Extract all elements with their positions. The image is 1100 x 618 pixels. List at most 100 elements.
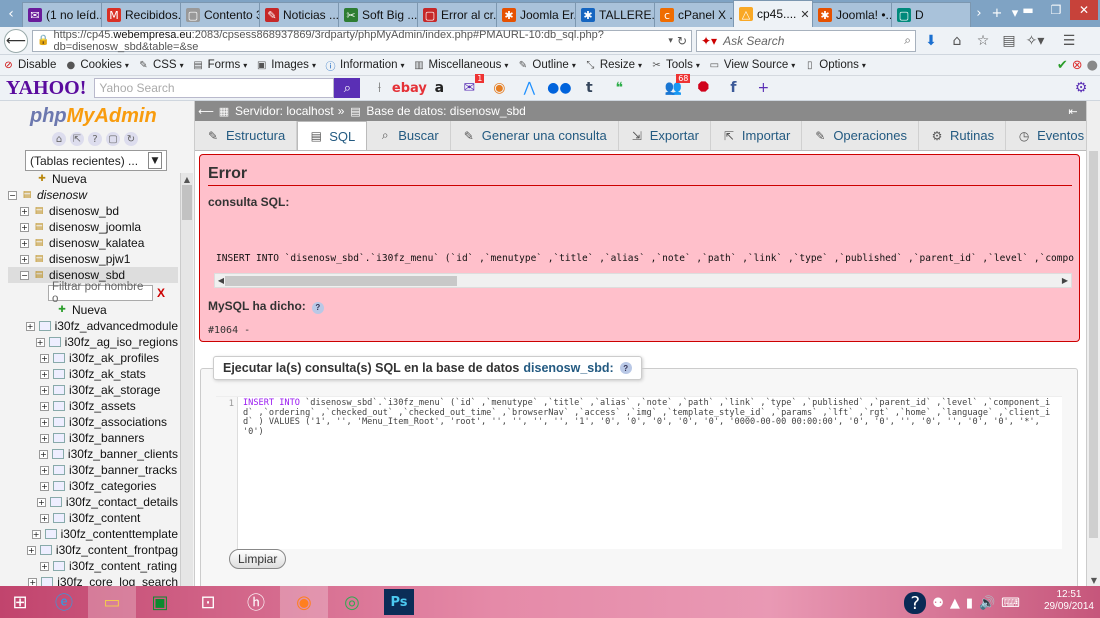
browser-tab[interactable]: △ cp45.... ✕ xyxy=(733,0,813,27)
yahoo-groups-icon[interactable]: 👥 68 xyxy=(662,74,691,98)
bookmark-disable[interactable]: ⊘ Disable xyxy=(2,59,56,72)
clear-filter-button[interactable]: X xyxy=(157,286,165,300)
tabs-scroll-left-icon[interactable]: ‹ xyxy=(0,0,22,27)
expand-icon[interactable]: + xyxy=(40,401,49,411)
tree-item-table[interactable]: + i30fz_content xyxy=(8,510,178,526)
expand-icon[interactable]: + xyxy=(38,449,48,459)
database-link[interactable]: disenosw_sbd: xyxy=(523,361,613,375)
tray-arrow-icon[interactable]: ▲ xyxy=(950,592,960,614)
tree-item-table[interactable]: + i30fz_contenttemplate xyxy=(8,526,178,542)
minimize-icon[interactable]: ▬ xyxy=(1014,0,1042,20)
add-icon[interactable]: + xyxy=(752,78,774,98)
firefox-icon[interactable]: ◉ xyxy=(280,586,328,618)
collapse-arrow-icon[interactable]: ⟵ xyxy=(198,105,214,118)
scrollbar-thumb[interactable] xyxy=(1089,151,1098,538)
expand-icon[interactable]: + xyxy=(36,497,46,507)
tab-operations[interactable]: ✎ Operaciones xyxy=(802,121,920,150)
bookmark-forms[interactable]: ▤ Forms ▾ xyxy=(192,59,247,72)
breadcrumb-database[interactable]: Base de datos: disenosw_sbd xyxy=(366,104,525,118)
new-tab-icon[interactable]: + xyxy=(988,0,1006,27)
browser-tab[interactable]: ✉ (1 no leíd... xyxy=(22,2,102,27)
finance-icon[interactable]: ⋀ xyxy=(518,78,540,98)
tree-item-table[interactable]: + i30fz_content_rating xyxy=(8,558,178,574)
expand-icon[interactable]: + xyxy=(40,369,49,379)
breadcrumb-server[interactable]: Servidor: localhost xyxy=(235,104,334,118)
yahoo-search-input[interactable]: Yahoo Search xyxy=(94,78,335,98)
scroll-down-icon[interactable]: ▼ xyxy=(1088,574,1100,586)
tab-export[interactable]: ⇲ Exportar xyxy=(619,121,711,150)
menu-icon[interactable]: ☰ xyxy=(1058,30,1080,52)
download-icon[interactable]: ⬇ xyxy=(920,30,942,52)
expand-icon[interactable]: + xyxy=(31,529,41,539)
bookmark-images[interactable]: ▣ Images ▾ xyxy=(255,59,316,72)
expand-icon[interactable]: + xyxy=(40,385,49,395)
expand-icon[interactable]: + xyxy=(26,545,36,555)
tree-item-table[interactable]: + i30fz_associations xyxy=(8,414,178,430)
clear-button[interactable]: Limpiar xyxy=(229,549,287,569)
tree-item-root[interactable]: − ▤ disenosw xyxy=(8,187,178,203)
browser-tab[interactable]: ▢ Contento 3.5.... xyxy=(180,2,260,27)
tree-item-table[interactable]: + i30fz_assets xyxy=(8,398,178,414)
home-icon[interactable]: ⌂ xyxy=(946,30,968,52)
expand-icon[interactable]: + xyxy=(40,513,49,523)
docs-icon[interactable]: ▢ xyxy=(106,132,120,146)
reload-icon[interactable]: ↻ xyxy=(124,132,138,146)
bookmark-outline[interactable]: ✎ Outline ▾ xyxy=(516,59,576,72)
bookmark-star-icon[interactable]: ☆ xyxy=(972,30,994,52)
answers-icon[interactable]: ❝ xyxy=(608,78,630,98)
tree-scrollbar[interactable]: ▲ xyxy=(180,173,193,586)
expand-icon[interactable]: + xyxy=(28,577,38,586)
gear-icon[interactable]: ⚙ xyxy=(1070,78,1092,98)
flickr-icon[interactable]: ●● xyxy=(547,78,571,98)
collapse-icon[interactable]: ⇤ xyxy=(1066,105,1080,118)
volume-icon[interactable]: 🔊 xyxy=(979,592,995,614)
tree-item-database[interactable]: + ▤ disenosw_pjw1 xyxy=(8,251,178,267)
tree-item-table[interactable]: + i30fz_ak_profiles xyxy=(8,350,178,366)
bookmark-source[interactable]: ▭ View Source ▾ xyxy=(708,59,796,72)
yahoo-search-button[interactable]: ⌕ xyxy=(334,78,361,98)
tree-item-table[interactable]: + i30fz_advancedmodule xyxy=(8,318,178,334)
recent-tables-select[interactable]: (Tablas recientes) ... ▼ xyxy=(25,150,167,171)
query-horizontal-scrollbar[interactable]: ◀ ▶ xyxy=(214,273,1072,288)
reload-icon[interactable]: ↻ xyxy=(677,34,687,48)
yahoo-mail-icon[interactable]: ✉ 1 xyxy=(458,74,485,98)
amazon-icon[interactable]: a xyxy=(428,78,450,98)
tree-item-table[interactable]: + i30fz_content_frontpag xyxy=(8,542,178,558)
expand-icon[interactable]: + xyxy=(20,238,29,248)
help-icon[interactable]: ? xyxy=(619,362,632,374)
back-button[interactable]: ⟵ xyxy=(4,28,28,53)
facebook-icon[interactable]: f xyxy=(722,78,744,98)
tree-item-new[interactable]: ✚ Nueva xyxy=(8,171,178,187)
tree-item-database[interactable]: + ▤ disenosw_kalatea xyxy=(8,235,178,251)
tab-query[interactable]: ✎ Generar una consulta xyxy=(451,121,619,150)
search-icon[interactable]: ⌕ xyxy=(904,33,911,48)
home-icon[interactable]: ⌂ xyxy=(52,132,66,146)
signal-icon[interactable]: ▮ xyxy=(966,592,973,614)
photoshop-icon[interactable]: Ps xyxy=(384,589,414,615)
collapse-icon[interactable]: − xyxy=(8,190,17,200)
tab-routines[interactable]: ⚙ Rutinas xyxy=(919,121,1007,150)
keyboard-icon[interactable]: ⌨ xyxy=(1001,592,1020,614)
error-icon[interactable]: ⊗ xyxy=(1072,58,1083,73)
taskbar-clock[interactable]: 12:51 29/09/2014 xyxy=(1044,589,1094,613)
expand-icon[interactable]: + xyxy=(35,337,45,347)
yahoo-logo[interactable]: YAHOO! xyxy=(6,77,86,100)
expand-icon[interactable]: + xyxy=(40,433,49,443)
expand-icon[interactable]: + xyxy=(40,353,49,363)
tabs-scroll-right-icon[interactable]: › xyxy=(970,0,988,27)
expand-icon[interactable]: + xyxy=(20,254,29,264)
expand-icon[interactable]: + xyxy=(40,417,49,427)
help-icon[interactable]: ? xyxy=(904,592,927,614)
close-window-icon[interactable]: ✕ xyxy=(1070,0,1098,20)
tree-item-database[interactable]: + ▤ disenosw_joomla xyxy=(8,219,178,235)
addon-icon[interactable]: ✧▾ xyxy=(1024,30,1046,52)
store-icon[interactable]: ▣ xyxy=(136,586,184,618)
scrollbar-thumb[interactable] xyxy=(225,276,457,286)
internet-explorer-icon[interactable]: ⓔ xyxy=(40,586,88,618)
tab-sql[interactable]: ▤ SQL xyxy=(297,121,368,150)
tree-item-database[interactable]: + ▤ disenosw_bd xyxy=(8,203,178,219)
tumblr-icon[interactable]: t xyxy=(578,78,600,98)
file-explorer-icon[interactable]: ▭ xyxy=(88,586,136,618)
collapse-icon[interactable]: − xyxy=(20,270,29,280)
browser-tab[interactable]: M Recibidos... xyxy=(101,2,181,27)
